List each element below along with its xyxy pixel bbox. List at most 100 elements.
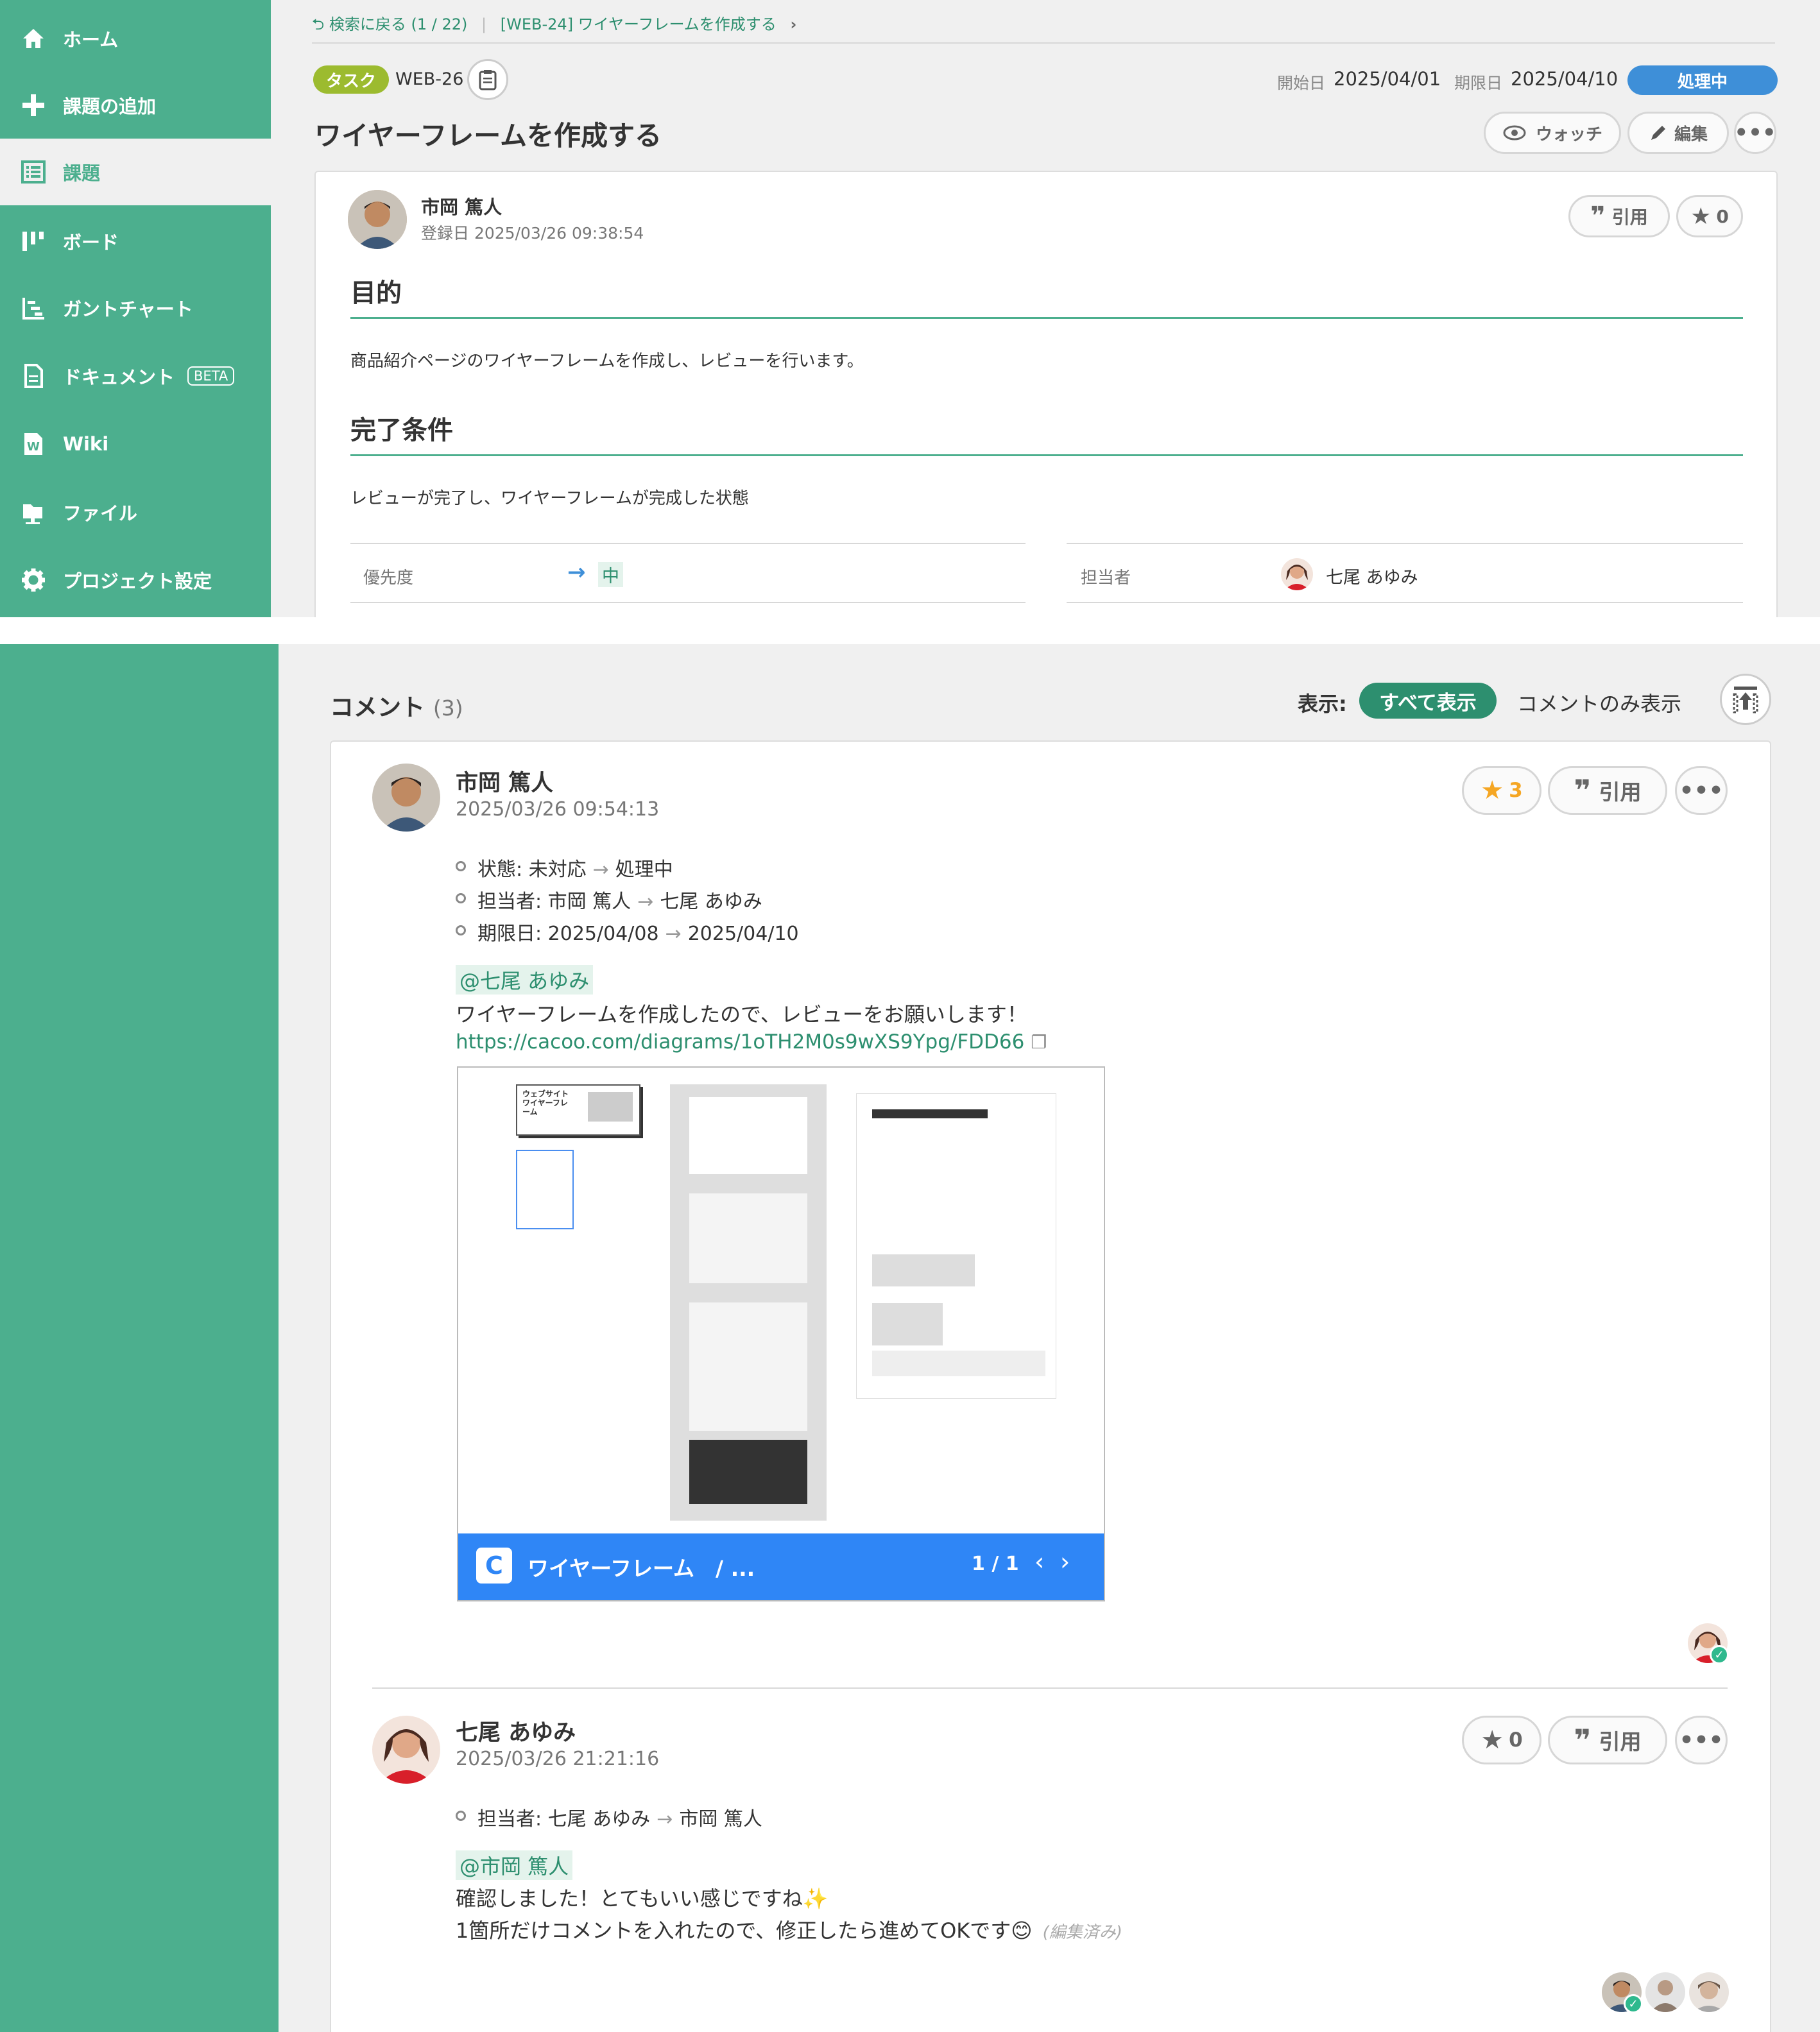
- thumbnail-label: ウェブサイト ワイヤーフレーム: [522, 1089, 569, 1116]
- comment-author-name: 市岡 篤人: [456, 771, 554, 796]
- comment-body-line: 1箇所だけコメントを入れたので、修正したら進めてOKです😊: [456, 1918, 1033, 1943]
- home-icon: [19, 24, 47, 53]
- change-line: 期限日: 2025/04/08 → 2025/04/10: [477, 918, 799, 946]
- comments-heading: コメント (3): [330, 688, 463, 722]
- sidebar-item-files[interactable]: ファイル: [0, 479, 271, 545]
- prev-page-icon[interactable]: ‹: [1034, 1548, 1044, 1576]
- property-divider: [1067, 543, 1743, 544]
- quote-button[interactable]: ❞ 引用: [1568, 195, 1670, 237]
- quote-label: 引用: [1611, 207, 1648, 228]
- star-button[interactable]: ★ 3: [1462, 766, 1541, 815]
- avatar: [1281, 558, 1313, 590]
- edit-label: 編集: [1674, 124, 1708, 144]
- clipboard-icon: [479, 70, 497, 90]
- sidebar-item-add-issue[interactable]: 課題の追加: [0, 72, 271, 139]
- gear-icon: [19, 566, 47, 594]
- issue-type-badge: タスク: [313, 65, 389, 94]
- star-button[interactable]: ★ 0: [1676, 195, 1743, 237]
- comment-date: 2025/03/26 21:21:16: [456, 1748, 660, 1770]
- avatar: [348, 190, 407, 249]
- quote-button[interactable]: ❞ 引用: [1548, 1716, 1667, 1764]
- comments-panel: コメント (3) 表示: すべて表示 コメントのみ表示 市岡 篤人 2025/0…: [0, 644, 1820, 2032]
- thumbnail-page: [516, 1150, 574, 1229]
- quote-icon: ❞: [1574, 773, 1592, 808]
- more-icon: •••: [1734, 120, 1776, 146]
- change-field: 担当者: 市岡 篤人: [477, 891, 631, 913]
- display-filter-label: 表示:: [1298, 692, 1347, 716]
- comment-link[interactable]: https://cacoo.com/diagrams/1oTH2M0s9wXS9…: [456, 1030, 1047, 1054]
- done-condition-heading: 完了条件: [350, 416, 453, 445]
- wireframe-hero: [689, 1097, 807, 1174]
- bullet-icon: [456, 925, 466, 935]
- sidebar-item-label: ドキュメント: [63, 366, 175, 388]
- property-divider: [350, 543, 1026, 544]
- parent-issue-link[interactable]: [WEB-24] ワイヤーフレームを作成する: [501, 15, 777, 33]
- due-date-label: 期限日: [1454, 74, 1503, 92]
- filter-comments-only-button[interactable]: コメントのみ表示: [1517, 688, 1681, 717]
- star-count: 0: [1716, 205, 1729, 227]
- cacoo-logo-icon: C: [476, 1548, 512, 1584]
- purpose-text: 商品紹介ページのワイヤーフレームを作成し、レビューを行います。: [350, 352, 864, 371]
- sidebar-item-label: ファイル: [63, 502, 138, 524]
- arrow-right-icon: →: [567, 559, 586, 585]
- copy-key-button[interactable]: [467, 59, 508, 100]
- thumbnail-graphic: [588, 1092, 633, 1122]
- star-button[interactable]: ★ 0: [1462, 1716, 1541, 1764]
- issue-author-name: 市岡 篤人: [421, 196, 502, 218]
- breadcrumb: ⮌ 検索に戻る (1 / 22) | [WEB-24] ワイヤーフレームを作成す…: [312, 12, 796, 40]
- edit-button[interactable]: 編集: [1627, 112, 1729, 154]
- upload-icon: [1733, 687, 1758, 713]
- sidebar-item-issues[interactable]: 課題: [0, 139, 271, 205]
- next-page-icon[interactable]: ›: [1060, 1548, 1070, 1576]
- arrow-right-icon: →: [665, 923, 682, 945]
- quote-label: 引用: [1599, 1729, 1642, 1754]
- comment-body: ワイヤーフレームを作成したので、レビューをお願いします！: [456, 1002, 1027, 1027]
- comment-divider: [372, 1687, 1728, 1689]
- arrow-right-icon: →: [657, 1808, 673, 1831]
- watch-button[interactable]: ウォッチ: [1484, 112, 1621, 154]
- change-field: 状態: 未対応: [477, 858, 587, 881]
- sidebar-item-label: プロジェクト設定: [63, 570, 212, 592]
- scroll-top-button[interactable]: [1720, 674, 1771, 725]
- comment-body: 1箇所だけコメントを入れたので、修正したら進めてOKです😊 (編集済み): [456, 1915, 1122, 1944]
- plus-icon: [19, 91, 47, 119]
- sidebar-item-wiki[interactable]: W Wiki: [0, 411, 271, 477]
- more-menu-button[interactable]: •••: [1675, 766, 1728, 815]
- sidebar-item-project-settings[interactable]: プロジェクト設定: [0, 547, 271, 613]
- star-count: 3: [1509, 779, 1523, 802]
- comments-count: (3): [433, 696, 463, 721]
- sidebar-item-document[interactable]: ドキュメント BETA: [0, 343, 271, 409]
- sidebar-item-label: ボード: [63, 232, 119, 253]
- more-icon: •••: [1679, 777, 1724, 804]
- breadcrumb-divider: [312, 42, 1775, 44]
- start-date-label: 開始日: [1277, 74, 1326, 92]
- external-link-icon: ❐: [1031, 1032, 1047, 1053]
- sidebar-item-home[interactable]: ホーム: [0, 5, 271, 72]
- priority-label: 優先度: [363, 568, 414, 588]
- priority-value: 中: [598, 562, 623, 587]
- avatar: [1645, 1972, 1685, 2012]
- back-to-search-link[interactable]: 検索に戻る (1 / 22): [329, 15, 468, 33]
- sidebar-item-board[interactable]: ボード: [0, 208, 271, 275]
- more-menu-button[interactable]: •••: [1734, 112, 1776, 154]
- wireframe-table: [872, 1351, 1045, 1376]
- sidebar-item-gantt[interactable]: ガントチャート: [0, 275, 271, 341]
- more-menu-button[interactable]: •••: [1675, 1716, 1728, 1764]
- breadcrumb-separator: |: [481, 15, 487, 33]
- diagram-embed-preview[interactable]: ウェブサイト ワイヤーフレーム C ワイヤーフレーム / ... 1 / 1 ‹…: [457, 1066, 1105, 1601]
- edited-marker: (編集済み): [1042, 1923, 1122, 1942]
- bullet-icon: [456, 893, 466, 903]
- mention-tag[interactable]: @市岡 篤人: [456, 1850, 573, 1880]
- change-line: 状態: 未対応 → 処理中: [477, 853, 673, 882]
- mention-tag[interactable]: @七尾 あゆみ: [456, 965, 594, 995]
- star-count: 0: [1509, 1729, 1523, 1752]
- read-check-icon: ✓: [1624, 1994, 1643, 2013]
- purpose-divider: [350, 317, 1743, 319]
- avatar: [372, 764, 440, 832]
- wireframe-images: [872, 1254, 975, 1286]
- sidebar-item-label: Wiki: [63, 433, 109, 455]
- issue-registered-date: 登録日 2025/03/26 09:38:54: [421, 224, 644, 243]
- comment-link-text[interactable]: https://cacoo.com/diagrams/1oTH2M0s9wXS9…: [456, 1030, 1024, 1054]
- quote-button[interactable]: ❞ 引用: [1548, 766, 1667, 815]
- filter-all-button[interactable]: すべて表示: [1359, 683, 1497, 719]
